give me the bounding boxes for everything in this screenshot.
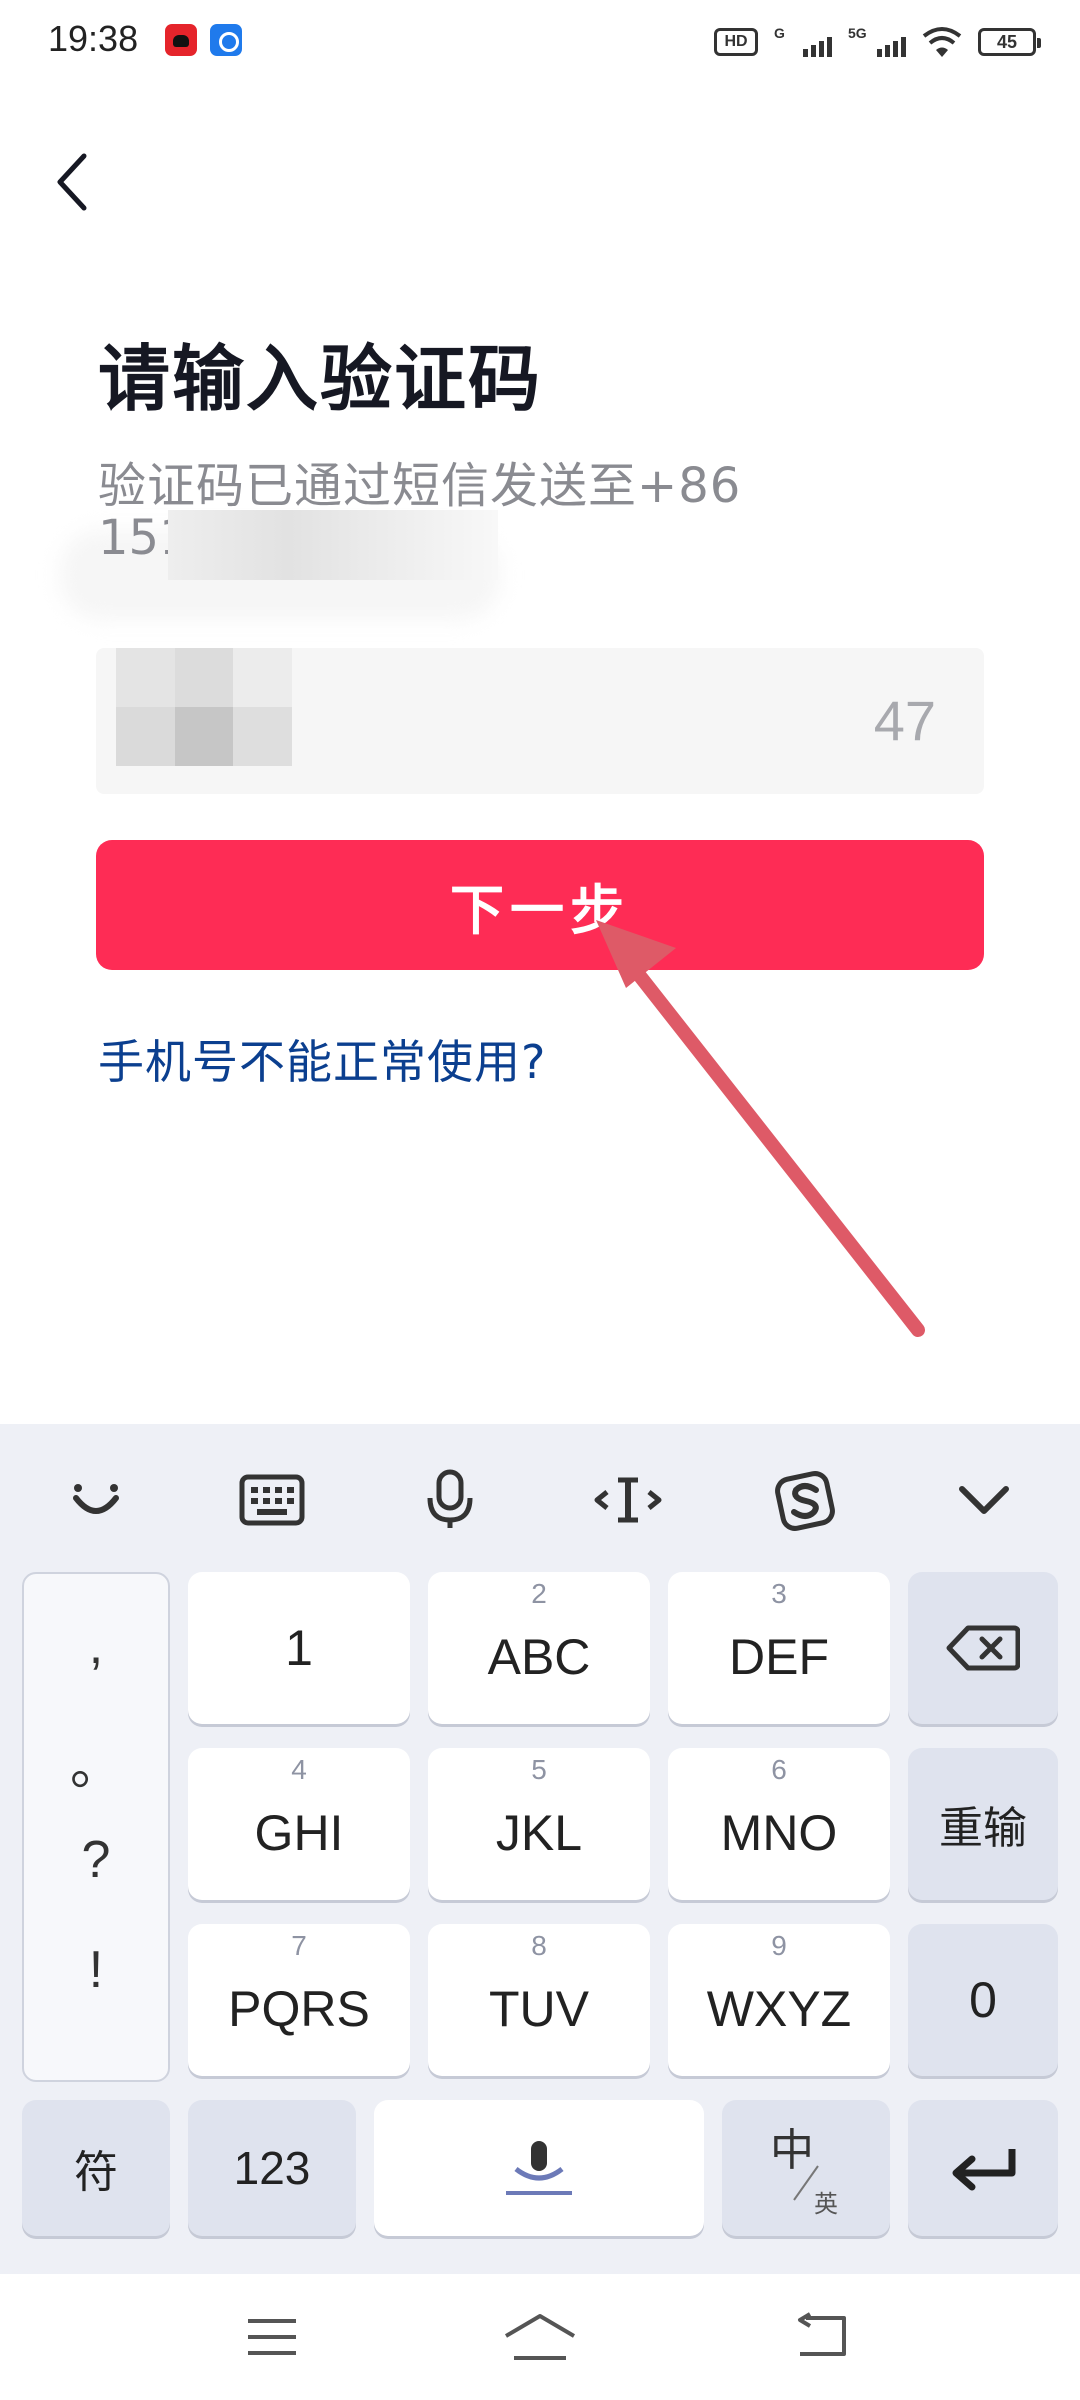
key-number-hint: 4 [291,1754,307,1785]
status-bar: 19:38 HD G 5G 45 [0,0,1080,80]
key-abc[interactable]: 2 ABC [428,1572,650,1724]
language-alt-label: 英 [814,2190,838,2218]
key-number-hint: 8 [531,1930,547,1961]
reset-key[interactable]: 重输 [908,1748,1058,1900]
phone-number: 151 [98,510,498,580]
punctuation-column: , 。 ? ! [22,1572,170,2082]
keyboard-toolbar [0,1424,1080,1570]
key-1[interactable]: 1 [188,1572,410,1724]
network-type-label: G [774,25,785,41]
signal-strength-5g-icon: 5G [848,25,906,59]
status-time: 19:38 [48,18,139,59]
key-label: TUV [489,1981,589,2037]
code-redaction-mosaic [116,648,292,766]
sogou-logo-icon [775,1471,835,1531]
emoji-button[interactable] [56,1460,136,1540]
alarm-app-icon [210,24,242,56]
page-title: 请输入验证码 [98,337,543,421]
network-type-label-5g: 5G [848,25,867,41]
reset-key-label: 重输 [939,1803,1027,1854]
space-key[interactable] [374,2100,704,2236]
microphone-icon [427,1469,473,1528]
key-label: JKL [495,1805,583,1861]
enter-key[interactable] [908,2100,1058,2236]
status-indicators: HD G 5G 45 [714,22,1041,62]
cursor-edit-button[interactable] [588,1460,668,1540]
key-number-hint: 9 [771,1930,787,1961]
punct-exclaim-key[interactable]: ! [24,1940,168,2000]
emoji-icon [73,1484,119,1514]
key-jkl[interactable]: 5 JKL [428,1748,650,1900]
key-number-hint: 6 [771,1754,787,1785]
key-def[interactable]: 3 DEF [668,1572,890,1724]
key-pqrs[interactable]: 7 PQRS [188,1924,410,2076]
resend-countdown: 47 [873,689,936,752]
punct-question-key[interactable]: ? [24,1830,168,1890]
battery-icon: 45 [978,28,1041,56]
key-number-hint: 3 [771,1578,787,1609]
app-notification-icon [165,24,197,56]
wifi-icon [922,26,962,58]
key-label: WXYZ [706,1981,852,2037]
back-icon [798,2312,846,2356]
keyboard-switch-button[interactable] [232,1460,312,1540]
sms-sent-notice: 验证码已通过短信发送至+86 [98,458,742,514]
phone-unavailable-link[interactable]: 手机号不能正常使用? [98,1026,546,1092]
symbols-key[interactable]: 符 [22,2100,170,2236]
system-back-button[interactable] [782,2302,862,2372]
key-number-hint: 5 [531,1754,547,1785]
signal-strength-icon: G [774,25,832,59]
keyboard-icon [239,1474,305,1526]
key-label: ABC [487,1629,591,1685]
punct-comma-key[interactable]: , [24,1616,168,1676]
keyboard: , 。 ? ! 1 2 ABC 3 DEF 4 GHI 5 JKL 6 MNO … [0,1424,1080,2274]
sogou-menu-button[interactable] [766,1460,846,1540]
key-number-hint: 7 [291,1930,307,1961]
navigation-bar [0,2274,1080,2400]
key-ghi[interactable]: 4 GHI [188,1748,410,1900]
enter-icon [952,2149,1016,2191]
key-mno[interactable]: 6 MNO [668,1748,890,1900]
symbols-key-label: 符 [74,2147,118,2198]
key-label: GHI [254,1805,344,1861]
key-label: MNO [720,1805,838,1861]
next-button[interactable]: 下一步 [96,840,984,970]
phone-number-redaction [168,510,498,580]
language-switch-key[interactable]: 中 英 [722,2100,890,2236]
chevron-down-icon [959,1486,1009,1514]
hd-voice-icon: HD [714,28,758,56]
key-label: PQRS [228,1981,370,2037]
key-label: 1 [285,1620,313,1676]
key-tuv[interactable]: 8 TUV [428,1924,650,2076]
key-0[interactable]: 0 [908,1924,1058,2076]
menu-icon [248,2319,296,2355]
key-wxyz[interactable]: 9 WXYZ [668,1924,890,2076]
text-cursor-icon [594,1477,662,1523]
home-button[interactable] [500,2302,580,2372]
numbers-key[interactable]: 123 [188,2100,356,2236]
numbers-key-label: 123 [233,2142,311,2194]
key-label: 0 [969,1972,997,2028]
next-button-label: 下一步 [450,878,630,942]
hide-keyboard-button[interactable] [944,1460,1024,1540]
punct-period-key[interactable]: 。 [24,1724,168,1799]
chevron-left-icon [57,153,87,211]
voice-input-button[interactable] [410,1460,490,1540]
back-button[interactable] [40,150,104,214]
key-number-hint: 2 [531,1578,547,1609]
home-icon [504,2314,576,2360]
backspace-key[interactable] [908,1572,1058,1724]
slash-divider-icon [793,2165,819,2201]
backspace-icon [946,1625,1020,1671]
verification-code-input[interactable]: 47 [96,648,984,794]
microphone-icon [506,2141,572,2195]
key-label: DEF [729,1629,829,1685]
recent-apps-button[interactable] [232,2302,312,2372]
